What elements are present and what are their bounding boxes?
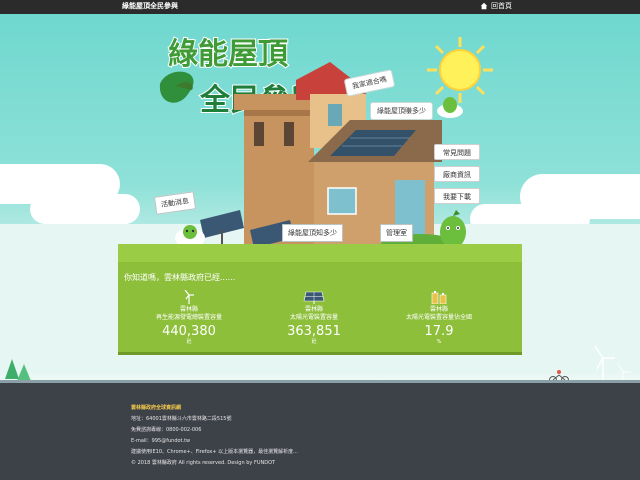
link-admin[interactable]: 管理室	[380, 224, 413, 242]
footer-copyright: © 2018 雲林縣政府 All rights reserved. Design…	[131, 460, 276, 466]
stat-unit: 瓩	[311, 339, 317, 345]
stat-label: 太陽光電裝置容量佔全國	[405, 314, 472, 321]
stat-name: 雲林縣	[429, 306, 448, 313]
footer-address: 地址：64001雲林縣斗六市雲林路二段515號	[131, 416, 232, 422]
panel-edge	[118, 352, 522, 355]
footer-email[interactable]: E-mail：995@fundot.tw	[131, 437, 190, 444]
stat-renewable-capacity: 雲林縣 再生能源發電總裝置容量 440,380 瓩	[122, 290, 256, 345]
battery-icon	[431, 291, 447, 304]
stat-label: 再生能源發電總裝置容量	[155, 314, 222, 321]
menu-download[interactable]: 我要下載	[434, 188, 480, 204]
cloud	[30, 194, 140, 224]
stat-name: 雲林縣	[179, 306, 198, 313]
top-bar: 綠能屋頂全民參與 回首頁	[0, 0, 640, 14]
stat-value: 363,851	[287, 324, 341, 339]
home-link-label: 回首頁	[491, 2, 512, 10]
stat-value: 17.9	[424, 324, 454, 339]
wind-turbine-icon	[184, 290, 194, 304]
footer-phone: 免費諮詢專線：0800-002-006	[131, 427, 202, 433]
menu-faq[interactable]: 常見問題	[434, 144, 480, 160]
menu-vendor-info[interactable]: 廠商資訊	[434, 166, 480, 182]
stat-name: 雲林縣	[304, 306, 323, 313]
stats-intro: 你知道嗎，雲林縣政府已經......	[124, 273, 236, 282]
stat-label: 太陽光電裝置容量	[289, 314, 338, 321]
stat-solar-capacity: 雲林縣 太陽光電裝置容量 363,851 瓩	[247, 290, 381, 345]
link-know-more[interactable]: 綠能屋頂知多少	[282, 224, 343, 242]
stat-value: 440,380	[162, 324, 216, 339]
mascot-icon	[437, 97, 463, 118]
site-title: 綠能屋頂全民參與	[122, 2, 178, 10]
home-link[interactable]: 回首頁	[480, 1, 512, 11]
home-icon	[480, 2, 488, 10]
footer-title[interactable]: 雲林縣政府全球資訊網	[131, 404, 181, 411]
panel-top	[118, 244, 522, 264]
stat-unit: 瓩	[186, 339, 192, 345]
solar-panel-icon	[303, 291, 325, 304]
link-how-much-earn[interactable]: 綠能屋頂賺多少	[370, 102, 433, 120]
stat-solar-share: 雲林縣 太陽光電裝置容量佔全國 17.9 %	[372, 290, 506, 345]
footer: 雲林縣政府全球資訊網 地址：64001雲林縣斗六市雲林路二段515號 免費諮詢專…	[0, 383, 640, 480]
footer-browser-note: 建議使用IE10、Chrome+、Firefox+ 以上版本瀏覽器，最佳瀏覽解析…	[131, 449, 298, 455]
stat-unit: %	[436, 339, 442, 345]
